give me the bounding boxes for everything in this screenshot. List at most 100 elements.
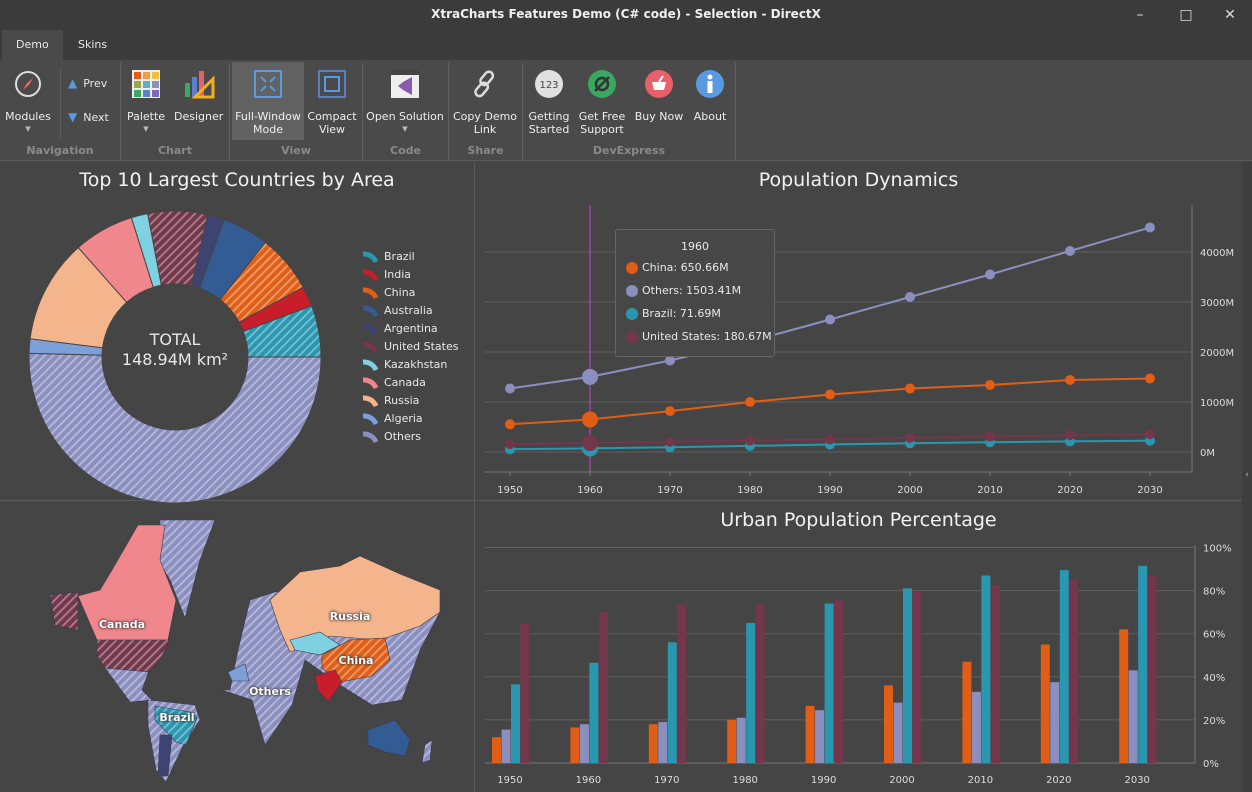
y-tick-label: 20%	[1203, 716, 1225, 727]
line-point[interactable]	[985, 269, 995, 280]
bar-china[interactable]	[1119, 629, 1129, 763]
legend-swatch-icon	[362, 430, 378, 443]
line-point[interactable]	[1145, 429, 1155, 440]
line-point[interactable]	[582, 411, 598, 428]
legend-item[interactable]: Russia	[362, 394, 419, 407]
map-label-brazil: Brazil	[159, 711, 195, 724]
legend-swatch-icon	[362, 322, 378, 335]
tooltip-row: United States: 180.67M	[626, 330, 772, 343]
bar-brazil[interactable]	[824, 603, 834, 763]
legend-item[interactable]: United States	[362, 340, 459, 353]
map-label-russia: Russia	[329, 610, 371, 623]
bar-china[interactable]	[805, 705, 815, 763]
bar-united-states[interactable]	[834, 600, 844, 763]
legend-swatch-icon	[362, 394, 378, 407]
side-panel-collapse-handle[interactable]: ‹	[1242, 162, 1252, 792]
legend-item[interactable]: Brazil	[362, 250, 415, 263]
legend-swatch-icon	[362, 358, 378, 371]
line-series-china[interactable]	[509, 377, 1151, 426]
bar-others[interactable]	[658, 722, 668, 763]
bar-brazil[interactable]	[589, 662, 599, 763]
bar-brazil[interactable]	[511, 684, 520, 763]
bar-united-states[interactable]	[520, 624, 530, 763]
bar-others[interactable]	[815, 710, 825, 763]
bar-united-states[interactable]	[1147, 575, 1157, 763]
bar-others[interactable]	[971, 691, 981, 763]
line-point[interactable]	[825, 434, 835, 445]
line-point[interactable]	[825, 314, 835, 325]
line-point[interactable]	[905, 292, 915, 302]
legend-item[interactable]: Argentina	[362, 322, 438, 335]
line-point[interactable]	[505, 383, 515, 394]
bar-brazil[interactable]	[903, 588, 912, 763]
bar-others[interactable]	[1128, 670, 1138, 763]
line-point[interactable]	[505, 419, 515, 430]
bar-others[interactable]	[736, 717, 746, 763]
bar-united-states[interactable]	[1069, 579, 1079, 763]
bar-brazil[interactable]	[746, 622, 756, 763]
bar-united-states[interactable]	[755, 604, 765, 763]
line-point[interactable]	[1145, 222, 1155, 233]
legend-item[interactable]: Kazakhstan	[362, 358, 447, 371]
crosshair-tooltip: 1960 China: 650.66M Others: 1503.41M Brazi…	[615, 229, 775, 357]
map-region-united-states[interactable]	[96, 639, 171, 673]
line-point[interactable]	[1065, 246, 1075, 256]
legend-item[interactable]: Others	[362, 430, 421, 443]
bar-others[interactable]	[893, 702, 903, 763]
line-point[interactable]	[582, 368, 598, 385]
bar-china[interactable]	[570, 727, 580, 763]
bar-china[interactable]	[648, 724, 658, 763]
line-point[interactable]	[745, 435, 755, 446]
bar-china[interactable]	[884, 685, 893, 763]
x-tick-label: 2020	[1057, 485, 1082, 496]
bar-china[interactable]	[962, 661, 972, 763]
bar-united-states[interactable]	[990, 585, 1000, 763]
map-region-australia[interactable]	[367, 719, 411, 757]
map-region-others[interactable]	[104, 667, 153, 703]
line-point[interactable]	[745, 397, 755, 407]
line-point[interactable]	[665, 355, 675, 366]
legend-swatch-icon	[362, 340, 378, 353]
series-marker-icon	[626, 284, 638, 297]
y-tick-label: 40%	[1203, 673, 1225, 684]
legend-swatch-icon	[362, 268, 378, 281]
map-region-united-states[interactable]	[49, 591, 79, 631]
line-point[interactable]	[985, 431, 995, 442]
bar-others[interactable]	[501, 729, 511, 763]
bar-others[interactable]	[579, 724, 589, 763]
legend-item[interactable]: India	[362, 268, 411, 281]
line-point[interactable]	[1145, 373, 1155, 384]
legend-item[interactable]: Canada	[362, 376, 426, 389]
line-point[interactable]	[905, 383, 915, 394]
line-point[interactable]	[985, 380, 995, 390]
bar-united-states[interactable]	[598, 612, 608, 763]
series-marker-icon	[626, 261, 638, 274]
bar-brazil[interactable]	[1059, 570, 1069, 763]
bar-others[interactable]	[1050, 682, 1060, 763]
legend-item[interactable]: China	[362, 286, 415, 299]
map-region-india[interactable]	[314, 669, 343, 703]
legend-item[interactable]: Australia	[362, 304, 433, 317]
line-point[interactable]	[1065, 375, 1075, 385]
bar-china[interactable]	[492, 737, 501, 763]
x-tick-label: 1990	[811, 775, 836, 786]
line-point[interactable]	[582, 434, 598, 451]
line-point[interactable]	[505, 439, 515, 450]
bar-china[interactable]	[1040, 644, 1050, 763]
line-point[interactable]	[1065, 430, 1075, 441]
line-point[interactable]	[905, 432, 915, 443]
bar-united-states[interactable]	[912, 591, 922, 763]
bar-china[interactable]	[727, 719, 737, 763]
series-marker-icon	[626, 307, 638, 320]
line-point[interactable]	[665, 406, 675, 417]
line-point[interactable]	[665, 436, 675, 447]
bar-brazil[interactable]	[1138, 565, 1148, 763]
legend-item[interactable]: Algeria	[362, 412, 423, 425]
bar-brazil[interactable]	[667, 642, 677, 763]
map-region-others[interactable]	[421, 739, 433, 764]
donut-slice-others[interactable]	[28, 352, 322, 504]
bar-united-states[interactable]	[677, 604, 687, 763]
x-tick-label: 2020	[1046, 775, 1071, 786]
line-point[interactable]	[825, 389, 835, 400]
bar-brazil[interactable]	[981, 575, 991, 763]
